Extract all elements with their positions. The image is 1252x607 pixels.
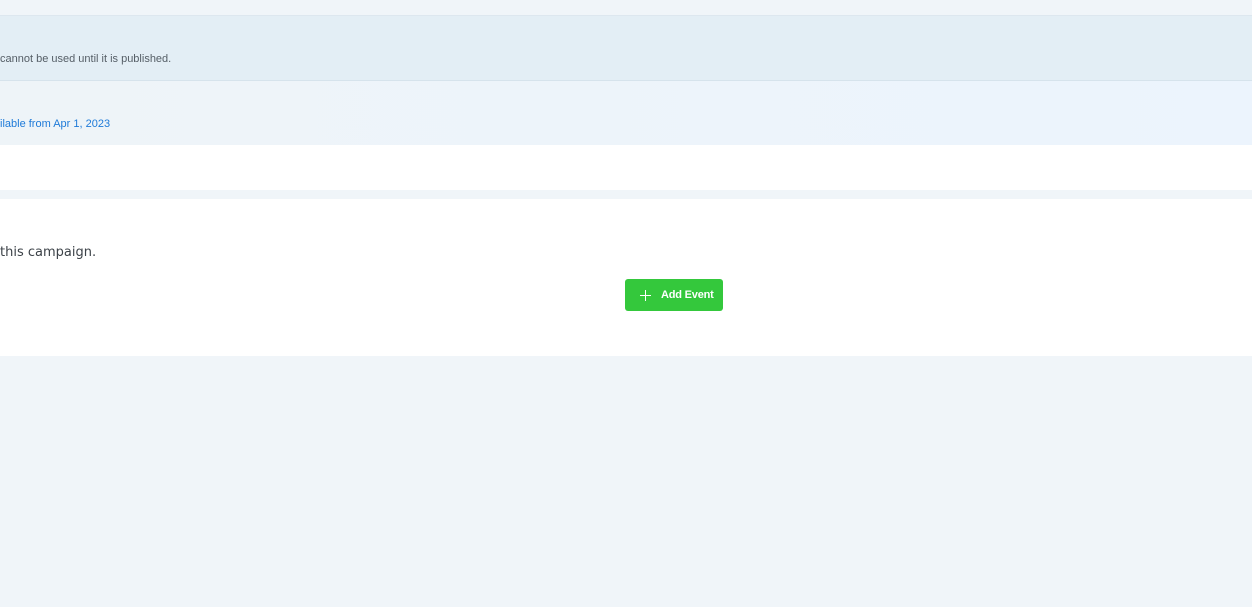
availability-banner: ilable from Apr 1, 2023 [0,81,1252,145]
availability-date-text: ilable from Apr 1, 2023 [0,118,111,130]
plus-icon [640,289,651,301]
page: cannot be used until it is published. il… [0,0,1252,607]
add-event-label: Add Event [661,289,714,301]
add-event-button[interactable]: Add Event [625,279,723,311]
unpublished-notice-banner: cannot be used until it is published. [0,16,1252,81]
events-panel: this campaign. Add Event [0,199,1252,356]
section-header-strip [0,145,1252,190]
events-empty-message: this campaign. [0,245,97,260]
top-strip [0,0,1252,15]
unpublished-notice-text: cannot be used until it is published. [0,53,172,65]
